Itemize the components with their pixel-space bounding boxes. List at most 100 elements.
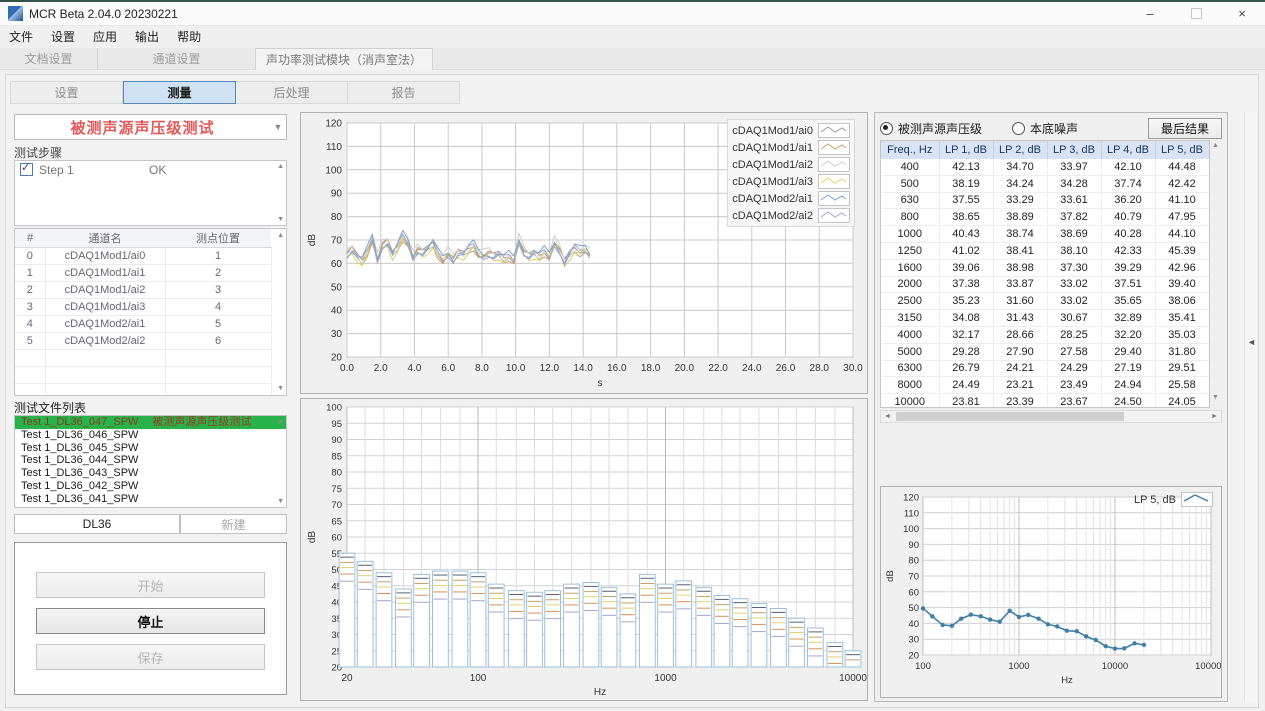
table-row[interactable]: 0cDAQ1Mod1/ai01 — [15, 248, 271, 265]
svg-text:22.0: 22.0 — [708, 363, 728, 374]
table-row[interactable]: 500029.2827.9027.5829.4031.80 — [881, 343, 1209, 360]
test-type-value: 被测声源声压级测试 — [15, 117, 270, 138]
cell: 42.33 — [1101, 242, 1155, 259]
table-row[interactable]: 100040.4338.7438.6940.2844.10 — [881, 226, 1209, 243]
column-header[interactable]: # — [15, 229, 45, 248]
scroll-up-icon[interactable]: ▲ — [1212, 142, 1219, 149]
subtab-报告[interactable]: 报告 — [348, 81, 460, 104]
column-header[interactable]: LP 1, dB — [939, 141, 993, 159]
subtab-设置[interactable]: 设置 — [10, 81, 123, 104]
svg-text:0.0: 0.0 — [340, 363, 354, 374]
project-button[interactable]: DL36 — [14, 514, 180, 534]
table-row[interactable]: 125041.0238.4138.1042.3345.39 — [881, 242, 1209, 259]
radio-source-level[interactable] — [880, 122, 893, 135]
scroll-down-icon[interactable]: ▼ — [1212, 394, 1219, 401]
maximize-button[interactable] — [1173, 2, 1219, 25]
cell: 37.74 — [1101, 175, 1155, 192]
file-item[interactable]: Test 1_DL36_045_SPW — [15, 442, 286, 455]
cell: 38.65 — [939, 209, 993, 226]
scroll-up-icon[interactable]: ▲ — [277, 163, 284, 170]
horizontal-scrollbar[interactable]: ◄ ► — [880, 410, 1222, 423]
close-button[interactable]: × — [1219, 2, 1265, 25]
chevron-down-icon: ▼ — [270, 122, 286, 132]
scroll-up-icon[interactable]: ▲ — [277, 418, 284, 425]
table-row[interactable]: 80038.6538.8937.8240.7947.95 — [881, 209, 1209, 226]
cell: 31.80 — [1155, 343, 1209, 360]
table-row[interactable]: 63037.5533.2933.6136.2041.10 — [881, 192, 1209, 209]
table-row[interactable]: 1cDAQ1Mod1/ai12 — [15, 265, 271, 282]
subtab-后处理[interactable]: 后处理 — [236, 81, 348, 104]
table-row[interactable]: 250035.2331.6033.0235.6538.06 — [881, 293, 1209, 310]
minimize-button[interactable]: – — [1127, 2, 1173, 25]
scroll-up-icon[interactable]: ▲ — [277, 232, 284, 239]
column-header[interactable]: LP 3, dB — [1047, 141, 1101, 159]
table-row[interactable]: 800024.4923.2123.4924.9425.58 — [881, 377, 1209, 394]
cell: 24.21 — [993, 360, 1047, 377]
test-type-dropdown[interactable]: 被测声源声压级测试 ▼ — [14, 114, 287, 140]
table-row[interactable]: 5cDAQ1Mod2/ai26 — [15, 333, 271, 350]
scroll-down-icon[interactable]: ▼ — [277, 385, 284, 392]
start-button[interactable]: 开始 — [36, 572, 265, 598]
scroll-right-icon[interactable]: ► — [1208, 413, 1221, 420]
table-row[interactable]: 40042.1334.7033.9742.1044.48 — [881, 159, 1209, 175]
svg-text:120: 120 — [903, 493, 919, 504]
column-header[interactable]: 测点位置 — [165, 229, 271, 248]
tab-1[interactable]: 文档设置 — [0, 48, 98, 69]
file-item[interactable]: Test 1_DL36_046_SPW — [15, 429, 286, 442]
step-checkbox[interactable] — [20, 163, 33, 176]
table-row[interactable]: 315034.0831.4330.6732.8935.41 — [881, 310, 1209, 327]
step-row[interactable]: Step 1OK — [15, 161, 286, 178]
table-row[interactable]: 630026.7924.2124.2927.1929.51 — [881, 360, 1209, 377]
lp-results-table[interactable]: Freq., HzLP 1, dBLP 2, dBLP 3, dBLP 4, d… — [880, 140, 1210, 408]
stop-button[interactable]: 停止 — [36, 608, 265, 634]
table-row[interactable]: 50038.1934.2434.2837.7442.42 — [881, 175, 1209, 192]
radio-source-label: 被测声源声压级 — [898, 120, 982, 137]
radio-background-noise[interactable] — [1012, 122, 1025, 135]
subtab-测量[interactable]: 测量 — [123, 81, 236, 104]
column-header[interactable]: 通道名 — [45, 229, 165, 248]
app-logo-icon — [8, 6, 23, 21]
channel-table[interactable]: #通道名测点位置0cDAQ1Mod1/ai011cDAQ1Mod1/ai122c… — [14, 228, 287, 396]
svg-text:26.0: 26.0 — [776, 363, 796, 374]
collapse-panel-button[interactable]: ◄ — [1247, 334, 1256, 350]
cell: 4 — [15, 316, 45, 333]
table-row[interactable]: 160039.0638.9837.3039.2942.96 — [881, 259, 1209, 276]
column-header[interactable]: LP 2, dB — [993, 141, 1047, 159]
file-item[interactable]: Test 1_DL36_047_SPW被测声源声压级测试 — [15, 416, 286, 429]
file-item[interactable]: Test 1_DL36_041_SPW — [15, 493, 286, 506]
scrollbar-thumb[interactable] — [896, 412, 1124, 421]
file-item[interactable]: Test 1_DL36_043_SPW — [15, 467, 286, 480]
table-row[interactable]: 2cDAQ1Mod1/ai23 — [15, 282, 271, 299]
table-row[interactable]: 1000023.8123.3923.6724.5024.05 — [881, 394, 1209, 408]
menu-item[interactable]: 应用 — [84, 26, 126, 47]
new-file-button[interactable]: 新建 — [180, 514, 287, 534]
cell: 5 — [15, 333, 45, 350]
scroll-down-icon[interactable]: ▼ — [277, 498, 284, 505]
save-button[interactable]: 保存 — [36, 644, 265, 670]
table-row[interactable]: 200037.3833.8733.0237.5139.40 — [881, 276, 1209, 293]
file-item[interactable]: Test 1_DL36_042_SPW — [15, 480, 286, 493]
tab-2[interactable]: 通道设置 — [98, 48, 256, 69]
scrollbar-track[interactable] — [894, 411, 1208, 422]
menu-item[interactable]: 设置 — [42, 26, 84, 47]
table-row[interactable]: 3cDAQ1Mod1/ai34 — [15, 299, 271, 316]
legend-line-icon — [818, 191, 850, 206]
column-header[interactable]: LP 5, dB — [1155, 141, 1209, 159]
menu-item[interactable]: 输出 — [126, 26, 168, 47]
tab-3[interactable]: 声功率测试模块（消声室法） — [256, 48, 433, 70]
final-result-button[interactable]: 最后结果 — [1148, 118, 1222, 139]
step-list[interactable]: ▲ ▼ Step 1OK — [14, 160, 287, 226]
column-header[interactable]: LP 4, dB — [1101, 141, 1155, 159]
scroll-left-icon[interactable]: ◄ — [881, 413, 894, 420]
column-header[interactable]: Freq., Hz — [881, 141, 939, 159]
test-file-list[interactable]: ▲ ▼ Test 1_DL36_047_SPW被测声源声压级测试Test 1_D… — [14, 415, 287, 508]
file-item[interactable]: Test 1_DL36_044_SPW — [15, 454, 286, 467]
table-row[interactable]: 4cDAQ1Mod2/ai15 — [15, 316, 271, 333]
empty-row — [15, 350, 271, 367]
scroll-down-icon[interactable]: ▼ — [277, 216, 284, 223]
cell: 32.89 — [1101, 310, 1155, 327]
menu-item[interactable]: 文件 — [0, 26, 42, 47]
table-row[interactable]: 400032.1728.6628.2532.2035.03 — [881, 326, 1209, 343]
menu-item[interactable]: 帮助 — [168, 26, 210, 47]
svg-text:14.0: 14.0 — [573, 363, 593, 374]
